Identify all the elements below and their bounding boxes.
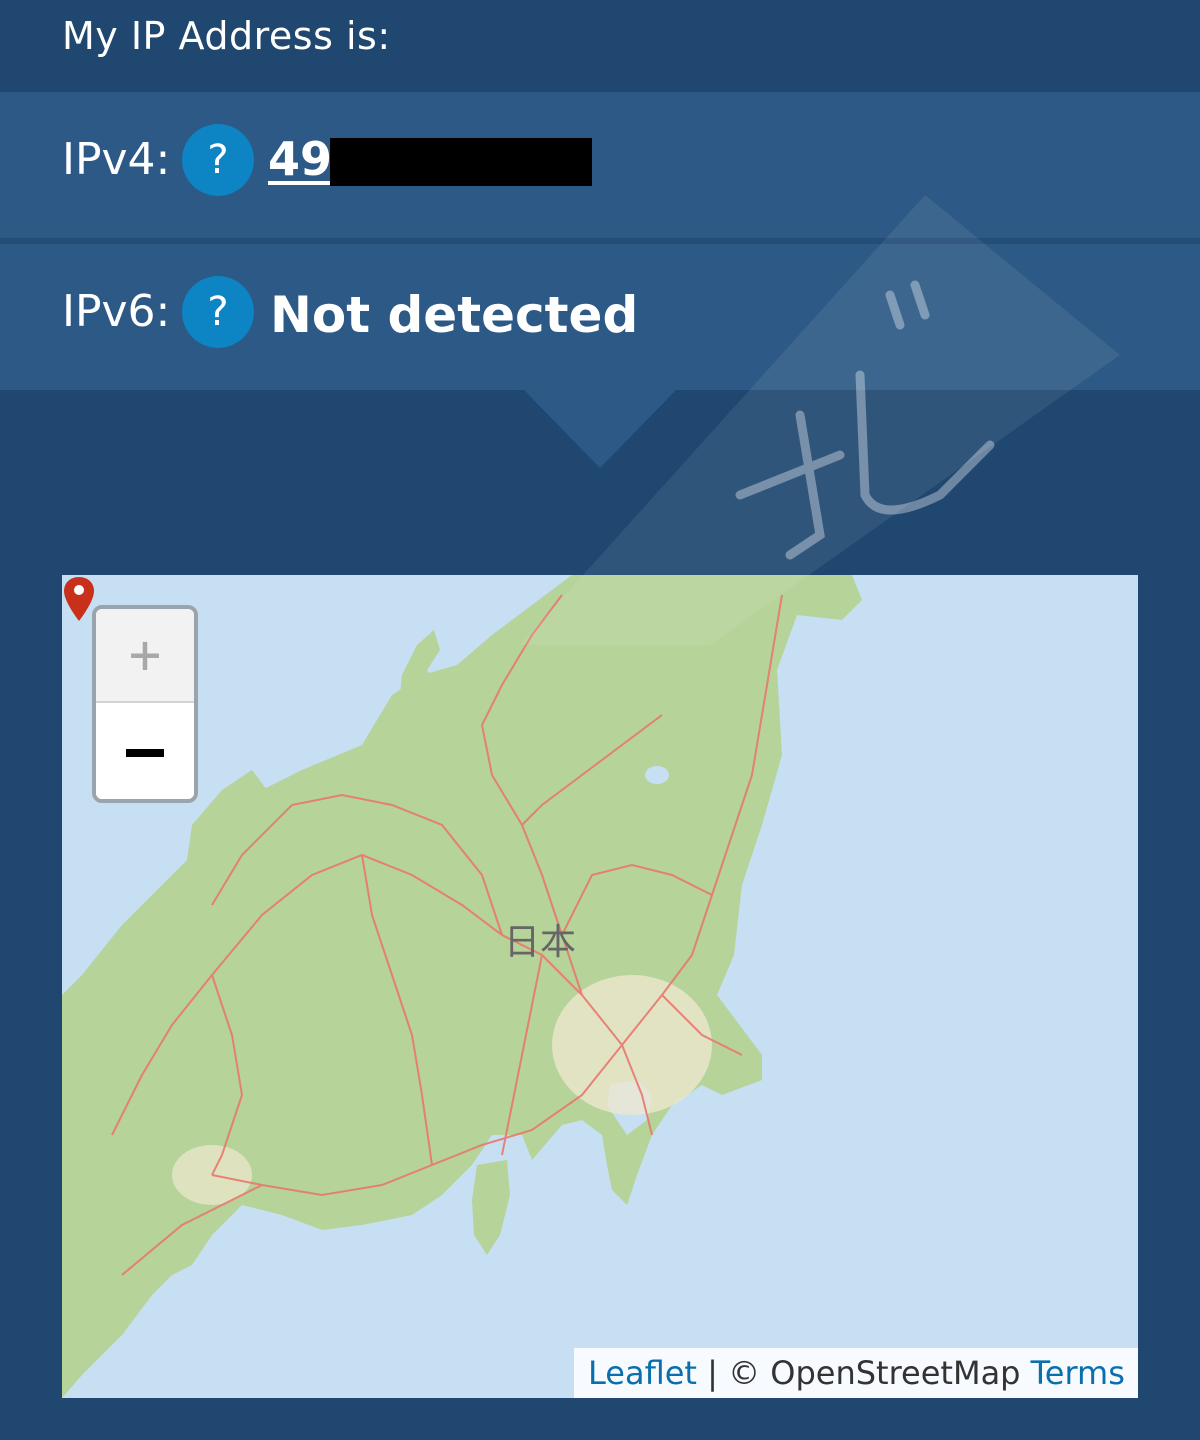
map-land-izu <box>472 1160 510 1255</box>
ipv6-label: IPv6: <box>62 286 171 337</box>
ipv6-status: Not detected <box>270 286 639 344</box>
leaflet-link[interactable]: Leaflet <box>588 1354 697 1392</box>
map-urban-kanto <box>552 975 712 1115</box>
attribution-separator: | <box>707 1354 718 1392</box>
location-pin-icon[interactable] <box>62 575 96 623</box>
osm-copyright: © OpenStreetMap <box>728 1354 1021 1392</box>
callout-pointer <box>524 390 676 468</box>
zoom-out-button[interactable] <box>96 703 194 799</box>
map-lake <box>645 766 669 784</box>
map-place-label: 日本 <box>504 922 577 963</box>
ipv4-help-button[interactable]: ? <box>182 124 254 196</box>
ipv4-row: IPv4: ? 49. <box>0 92 1200 238</box>
location-map[interactable]: + 日本 Leaflet | © OpenStreetMap Terms <box>62 575 1138 1398</box>
ipv6-row: IPv6: ? Not detected <box>0 244 1200 390</box>
ipv4-label: IPv4: <box>62 134 171 185</box>
map-attribution: Leaflet | © OpenStreetMap Terms <box>574 1348 1138 1398</box>
zoom-control: + <box>92 605 198 803</box>
terms-link[interactable]: Terms <box>1031 1354 1125 1392</box>
zoom-in-button[interactable]: + <box>96 609 194 703</box>
redaction-box <box>330 138 592 186</box>
header: My IP Address is: <box>0 0 1200 92</box>
ipv6-help-button[interactable]: ? <box>182 276 254 348</box>
map-tiles <box>62 575 862 1398</box>
header-title: My IP Address is: <box>62 14 391 58</box>
minus-icon <box>126 749 164 757</box>
